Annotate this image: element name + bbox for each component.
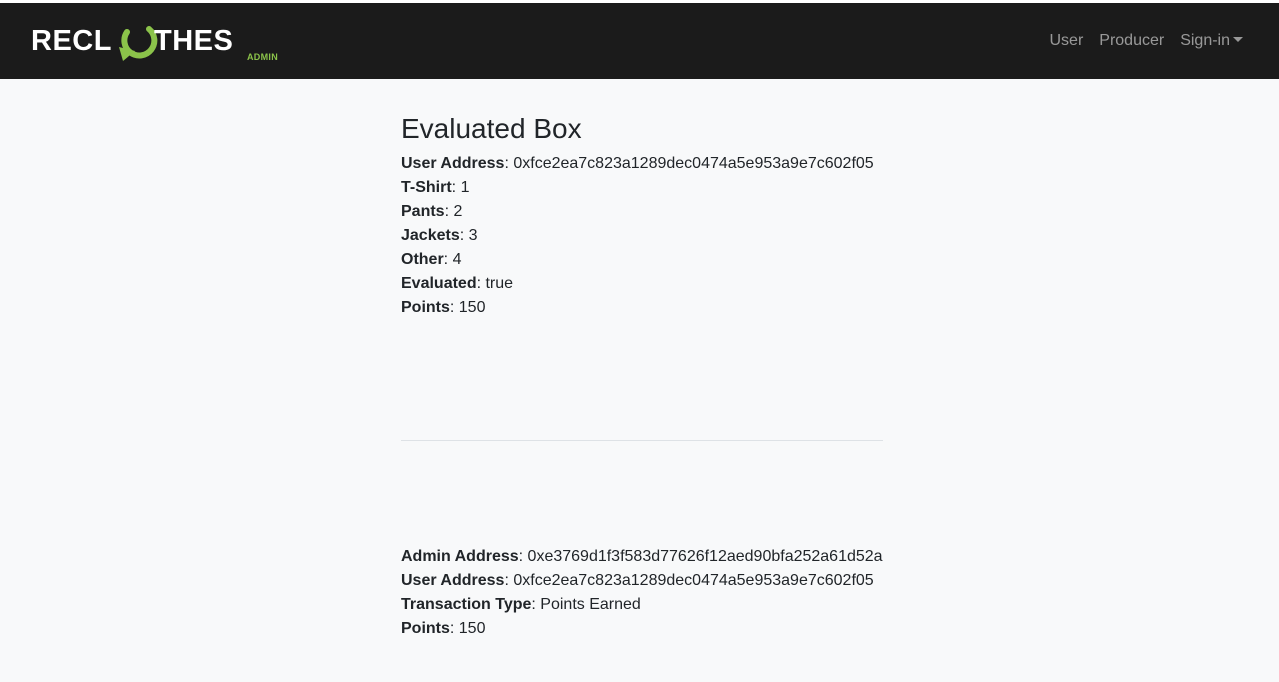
tx-field-user-address: User Address: 0xfce2ea7c823a1289dec0474a… bbox=[401, 569, 874, 593]
page-title: Evaluated Box bbox=[401, 113, 582, 144]
box-field-points: Points: 150 bbox=[401, 296, 485, 320]
caret-down-icon bbox=[1233, 37, 1243, 42]
top-navbar: RECL THES ADMIN User Producer Sign-in bbox=[0, 3, 1279, 79]
field-value: : Points Earned bbox=[531, 596, 641, 613]
tx-field-transaction-type: Transaction Type: Points Earned bbox=[401, 593, 641, 617]
nav-dropdown-sign-in-label: Sign-in bbox=[1180, 32, 1230, 49]
box-field-pants: Pants: 2 bbox=[401, 200, 462, 224]
field-label: T-Shirt bbox=[401, 179, 452, 196]
box-field-jackets: Jackets: 3 bbox=[401, 224, 478, 248]
box-field-other: Other: 4 bbox=[401, 248, 461, 272]
field-value: : 0xfce2ea7c823a1289dec0474a5e953a9e7c60… bbox=[504, 572, 874, 589]
brand-subtitle: ADMIN bbox=[247, 52, 278, 62]
field-value: : true bbox=[476, 275, 514, 292]
brand-text-right: THES bbox=[154, 25, 234, 57]
field-value: : 3 bbox=[459, 227, 478, 244]
field-label: Admin Address bbox=[401, 548, 519, 565]
brand-logo[interactable]: RECL THES ADMIN bbox=[31, 17, 291, 67]
field-value: : 1 bbox=[451, 179, 470, 196]
field-label: User Address bbox=[401, 572, 505, 589]
field-label: Points bbox=[401, 299, 450, 316]
field-label: Points bbox=[401, 620, 450, 637]
field-label: Other bbox=[401, 251, 444, 268]
nav-link-user[interactable]: User bbox=[1049, 29, 1083, 53]
section-divider bbox=[401, 440, 883, 441]
field-label: Transaction Type bbox=[401, 596, 532, 613]
field-label: User Address bbox=[401, 155, 505, 172]
field-label: Evaluated bbox=[401, 275, 477, 292]
nav-links: User Producer Sign-in bbox=[1049, 28, 1243, 54]
box-field-user-address: User Address: 0xfce2ea7c823a1289dec0474a… bbox=[401, 152, 874, 176]
field-value: : 150 bbox=[449, 620, 486, 637]
field-value: : 150 bbox=[449, 299, 486, 316]
tx-field-admin-address: Admin Address: 0xe3769d1f3f583d77626f12a… bbox=[401, 545, 883, 569]
nav-dropdown-sign-in[interactable]: Sign-in bbox=[1180, 29, 1243, 53]
nav-link-producer[interactable]: Producer bbox=[1099, 29, 1164, 53]
box-field-evaluated: Evaluated: true bbox=[401, 272, 513, 296]
field-value: : 2 bbox=[444, 203, 463, 220]
field-value: : 0xfce2ea7c823a1289dec0474a5e953a9e7c60… bbox=[504, 155, 874, 172]
brand-text-left: RECL bbox=[31, 25, 112, 57]
box-field-t-shirt: T-Shirt: 1 bbox=[401, 176, 469, 200]
field-value: : 0xe3769d1f3f583d77626f12aed90bfa252a61… bbox=[518, 548, 883, 565]
tx-field-points: Points: 150 bbox=[401, 617, 485, 641]
field-value: : 4 bbox=[443, 251, 462, 268]
field-label: Jackets bbox=[401, 227, 460, 244]
field-label: Pants bbox=[401, 203, 445, 220]
